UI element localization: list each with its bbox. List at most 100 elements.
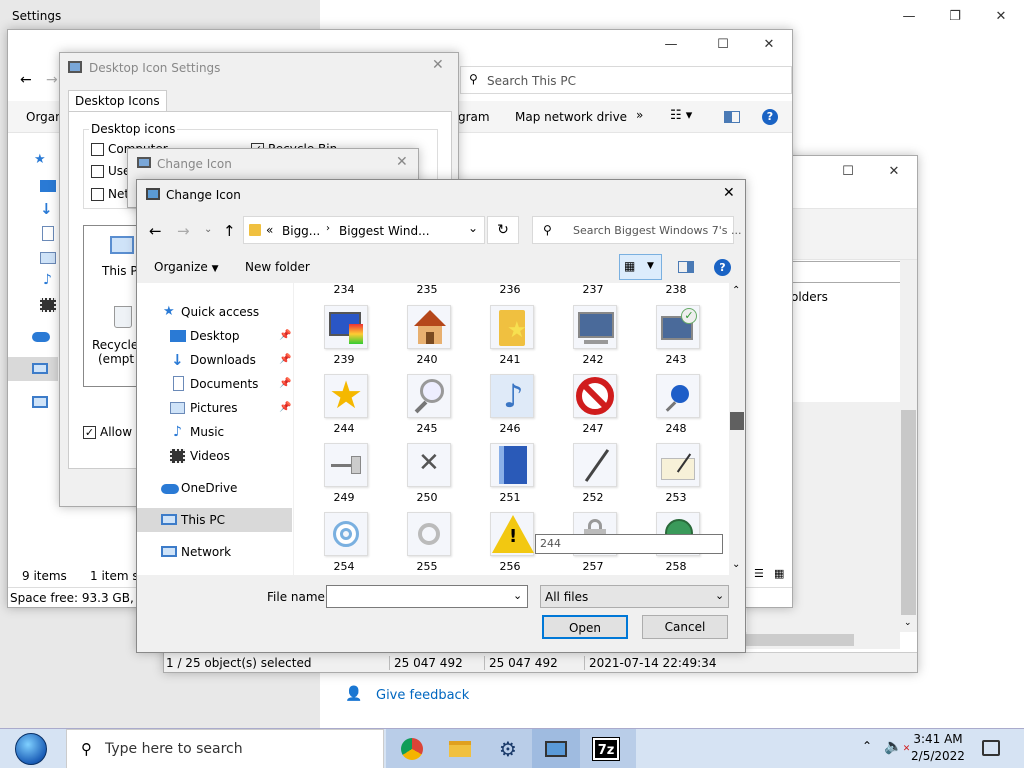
archive-vscroll[interactable]: ⌄	[900, 260, 917, 632]
settings-minimize-button[interactable]: —	[886, 2, 932, 32]
forward-arrow-icon[interactable]: →	[46, 72, 58, 88]
nav-pictures[interactable]: Pictures 📌	[137, 396, 292, 420]
icon-cell-245[interactable]: 245	[395, 372, 459, 441]
more-commands-button[interactable]: »	[636, 108, 643, 122]
forward-button[interactable]: →	[177, 222, 190, 240]
allow-themes-checkbox[interactable]: ✓	[83, 426, 96, 439]
file-grid-scrollbar[interactable]: ⌃ ⌄	[729, 283, 745, 575]
new-folder-button[interactable]: New folder	[245, 260, 310, 274]
help-icon[interactable]: ?	[714, 259, 731, 276]
icon-cell-241[interactable]: ★ 241	[478, 303, 542, 372]
scroll-down-icon[interactable]: ⌄	[904, 618, 912, 628]
change-icon-close-button[interactable]: ✕	[723, 185, 735, 201]
icon-label-236[interactable]: 236	[478, 283, 542, 296]
nav-desktop[interactable]: Desktop 📌	[137, 324, 292, 348]
icon-cell-249[interactable]: 249	[312, 441, 376, 510]
view-options-icon[interactable]: ☷ ▾	[670, 108, 692, 123]
7zip-icon[interactable]: 7z	[582, 729, 630, 768]
preview-pane-icon[interactable]	[724, 111, 740, 123]
search-box[interactable]: ⚲ Search Biggest Windows 7's ...	[532, 216, 742, 244]
pin-icon[interactable]: 📌	[279, 372, 291, 396]
chrome-icon[interactable]	[388, 729, 436, 768]
nav-onedrive-icon[interactable]	[32, 332, 50, 342]
file-explorer-icon[interactable]	[436, 729, 484, 768]
icon-cell-243[interactable]: ✓ 243	[644, 303, 708, 372]
file-name-dropdown-icon[interactable]: ⌄	[513, 589, 522, 602]
settings-gear-icon[interactable]: ⚙	[484, 729, 532, 768]
clock[interactable]: 3:41 AM 2/5/2022	[906, 731, 970, 765]
archive-hscroll-thumb[interactable]	[744, 634, 854, 646]
view-toggle-button[interactable]: ▦ ▼	[619, 254, 662, 280]
file-type-select[interactable]: All files ⌄	[540, 585, 729, 608]
address-bar[interactable]: « Bigg... › Biggest Wind... ⌄	[243, 216, 485, 244]
icon-cell-248[interactable]: 248	[644, 372, 708, 441]
icon-cell-244[interactable]: ★ 244	[312, 372, 376, 441]
icon-changer-icon[interactable]	[532, 729, 580, 768]
back-button[interactable]: ←	[149, 222, 162, 240]
explorer-search-box[interactable]: ⚲ Search This PC	[460, 66, 792, 94]
archive-close-button[interactable]: ✕	[871, 157, 917, 187]
archive-hscroll[interactable]	[744, 632, 900, 649]
user-files-checkbox[interactable]	[91, 165, 104, 178]
organize-button[interactable]: Organize ▼	[154, 260, 219, 274]
map-network-drive-button[interactable]: Map network drive	[515, 110, 627, 124]
uninstall-program-button[interactable]: gram	[458, 110, 490, 124]
explorer-close-button[interactable]: ✕	[746, 30, 792, 60]
nav-music-icon[interactable]: ♪	[43, 272, 52, 288]
nav-quick-access[interactable]: ★ Quick access	[137, 300, 292, 324]
archive-maximize-button[interactable]: ☐	[825, 157, 871, 187]
nav-music[interactable]: ♪ Music	[137, 420, 292, 444]
nav-pictures-icon[interactable]	[40, 252, 56, 264]
nav-documents[interactable]: Documents 📌	[137, 372, 292, 396]
icon-label-234[interactable]: 234	[312, 283, 376, 296]
nav-downloads-icon[interactable]: ↓	[40, 200, 53, 218]
nav-quick-access-icon[interactable]: ★	[34, 152, 46, 167]
explorer-minimize-button[interactable]: —	[648, 30, 694, 60]
pin-icon[interactable]: 📌	[279, 396, 291, 420]
nav-desktop-icon[interactable]	[40, 180, 56, 192]
icon-cell-253[interactable]: 253	[644, 441, 708, 510]
details-view-icon[interactable]: ☰	[754, 567, 764, 580]
address-dropdown-icon[interactable]: ⌄	[468, 221, 478, 235]
help-icon[interactable]: ?	[762, 109, 778, 125]
nav-network[interactable]: Network	[137, 540, 292, 564]
taskbar-search-box[interactable]: ⚲ Type here to search	[66, 729, 384, 768]
icon-cell-242[interactable]: 242	[561, 303, 625, 372]
icon-cell-246[interactable]: ♪ 246	[478, 372, 542, 441]
breadcrumb-prefix[interactable]: «	[266, 223, 273, 237]
give-feedback-link[interactable]: Give feedback	[376, 688, 469, 703]
dis-close-button[interactable]: ✕	[432, 57, 444, 73]
icon-cell-251[interactable]: 251	[478, 441, 542, 510]
scroll-up-icon[interactable]: ⌃	[732, 285, 740, 296]
nav-network-icon[interactable]	[32, 396, 48, 408]
icon-cell-256[interactable]: ! 256	[478, 510, 542, 575]
nav-thispc[interactable]: This PC	[137, 508, 292, 532]
network-checkbox[interactable]	[91, 188, 104, 201]
archive-scroll-thumb[interactable]	[901, 410, 916, 615]
pin-icon[interactable]: 📌	[279, 348, 291, 372]
open-button[interactable]: Open	[542, 615, 628, 639]
change-icon-back-close-button[interactable]: ✕	[396, 154, 408, 170]
icon-cell-247[interactable]: 247	[561, 372, 625, 441]
icon-cell-240[interactable]: 240	[395, 303, 459, 372]
refresh-button[interactable]: ↻	[487, 216, 519, 244]
icon-cell-255[interactable]: 255	[395, 510, 459, 575]
recent-locations-button[interactable]: ⌄	[204, 224, 212, 235]
up-button[interactable]: ↑	[223, 222, 236, 240]
nav-videos[interactable]: Videos	[137, 444, 292, 468]
dis-icon-list[interactable]: This P Recycle (empt	[83, 225, 143, 387]
pin-icon[interactable]: 📌	[279, 324, 291, 348]
nav-onedrive[interactable]: OneDrive	[137, 476, 292, 500]
icon-cell-254[interactable]: 254	[312, 510, 376, 575]
cancel-button[interactable]: Cancel	[642, 615, 728, 639]
back-arrow-icon[interactable]: ←	[20, 72, 32, 88]
explorer-maximize-button[interactable]: ☐	[700, 30, 746, 60]
icon-cell-239[interactable]: 239	[312, 303, 376, 372]
notification-center-icon[interactable]	[982, 740, 1000, 756]
nav-videos-icon[interactable]	[40, 298, 56, 312]
scroll-down-icon[interactable]: ⌄	[732, 559, 740, 570]
breadcrumb-part2[interactable]: Biggest Wind...	[339, 224, 430, 238]
settings-maximize-button[interactable]: ❐	[932, 2, 978, 32]
icon-label-237[interactable]: 237	[561, 283, 625, 296]
scroll-thumb[interactable]	[730, 412, 744, 430]
